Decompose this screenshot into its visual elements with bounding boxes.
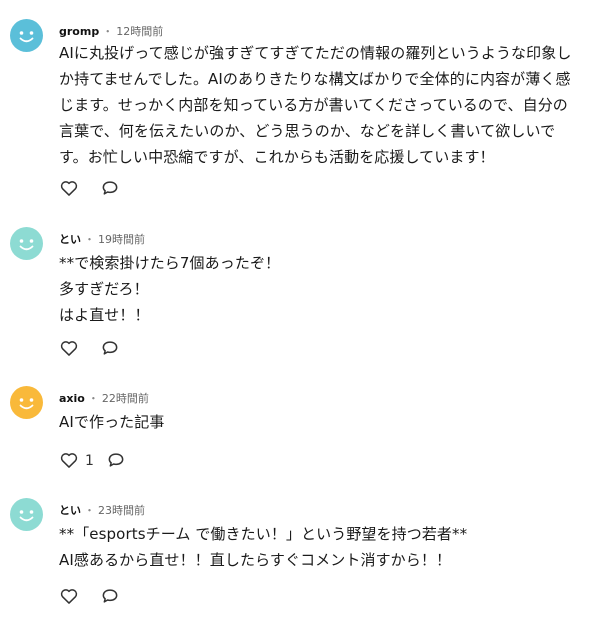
meta-separator: ・: [87, 392, 99, 405]
heart-icon: [60, 181, 78, 196]
speech-bubble-icon: [108, 453, 124, 467]
comment-line: AIで作った記事: [59, 413, 165, 431]
comment-line: か持てませんでした。AIのありきたりな構文ばかりで全体的に内容が薄く感: [59, 70, 571, 88]
meta-separator: ・: [84, 233, 95, 246]
speech-bubble-icon: [102, 589, 118, 603]
comment-feed: gromp ・ 12時間前 AIに丸投げって感じが強すぎてすぎてただの情報の羅列とい…: [0, 0, 613, 625]
avatar[interactable]: [10, 227, 43, 260]
reply-button[interactable]: [100, 586, 122, 608]
comment-meta: gromp ・ 12時間前: [59, 24, 163, 40]
like-button[interactable]: [59, 338, 81, 360]
comment-body: **「esportsチーム で働きたい！」という野望を持つ若者** AI感あるか…: [59, 521, 599, 573]
comment-line: AI感あるから直せ！！直したらすぐコメント消すから！！: [59, 551, 452, 569]
speech-bubble-icon: [102, 181, 118, 195]
reply-button[interactable]: [100, 338, 122, 360]
heart-icon: [60, 453, 78, 468]
smiley-avatar-icon: [10, 386, 43, 419]
speech-bubble-icon: [102, 341, 118, 355]
comment-line: 言葉で、何を伝えたいのか、どう思うのか、などを詳しく書いて欲しいで: [59, 122, 556, 140]
meta-separator: ・: [102, 25, 114, 38]
comment-author[interactable]: axio: [59, 392, 85, 405]
comment-timestamp[interactable]: 22時間前: [102, 392, 149, 405]
comment-body: **で検索掛けたら7個あったぞ！ 多すぎだろ！ はよ直せ！！: [59, 250, 599, 328]
heart-icon: [60, 589, 78, 604]
comment-line: **「esportsチーム で働きたい！」という野望を持つ若者**: [59, 525, 468, 543]
like-count: 1: [85, 453, 94, 469]
comment-timestamp[interactable]: 19時間前: [98, 233, 145, 246]
comment-line: 多すぎだろ！: [59, 280, 149, 298]
comment-author[interactable]: とい: [59, 504, 81, 517]
avatar[interactable]: [10, 498, 43, 531]
comment-line: す。お忙しい中恐縮ですが、これからも活動を応援しています！: [59, 148, 495, 166]
comment-line: はよ直せ！！: [59, 306, 150, 324]
comment-line: **で検索掛けたら7個あったぞ！: [59, 254, 281, 272]
comment-line: AIに丸投げって感じが強すぎてすぎてただの情報の羅列というような印象し: [59, 44, 572, 62]
like-button[interactable]: [59, 178, 81, 200]
like-button[interactable]: [59, 450, 81, 472]
comment-meta: とい・ 19時間前: [59, 232, 145, 248]
smiley-avatar-icon: [10, 498, 43, 531]
comment-author[interactable]: gromp: [59, 25, 99, 38]
comment-meta: axio ・ 22時間前: [59, 391, 149, 407]
comment-body: AIで作った記事: [59, 409, 599, 435]
meta-separator: ・: [84, 504, 95, 517]
comment-author[interactable]: とい: [59, 233, 81, 246]
avatar[interactable]: [10, 19, 43, 52]
like-button[interactable]: [59, 586, 81, 608]
reply-button[interactable]: [100, 178, 122, 200]
comment-timestamp[interactable]: 23時間前: [98, 504, 145, 517]
smiley-avatar-icon: [10, 227, 43, 260]
comment-line: じます。せっかく内部を知っている方が書いてくださっているので、自分の: [59, 96, 568, 114]
comment-meta: とい・ 23時間前: [59, 503, 145, 519]
avatar[interactable]: [10, 386, 43, 419]
comment-timestamp[interactable]: 12時間前: [116, 25, 163, 38]
reply-button[interactable]: [106, 450, 128, 472]
smiley-avatar-icon: [10, 19, 43, 52]
comment-body: AIに丸投げって感じが強すぎてすぎてただの情報の羅列というような印象し か持てま…: [59, 40, 599, 170]
heart-icon: [60, 341, 78, 356]
